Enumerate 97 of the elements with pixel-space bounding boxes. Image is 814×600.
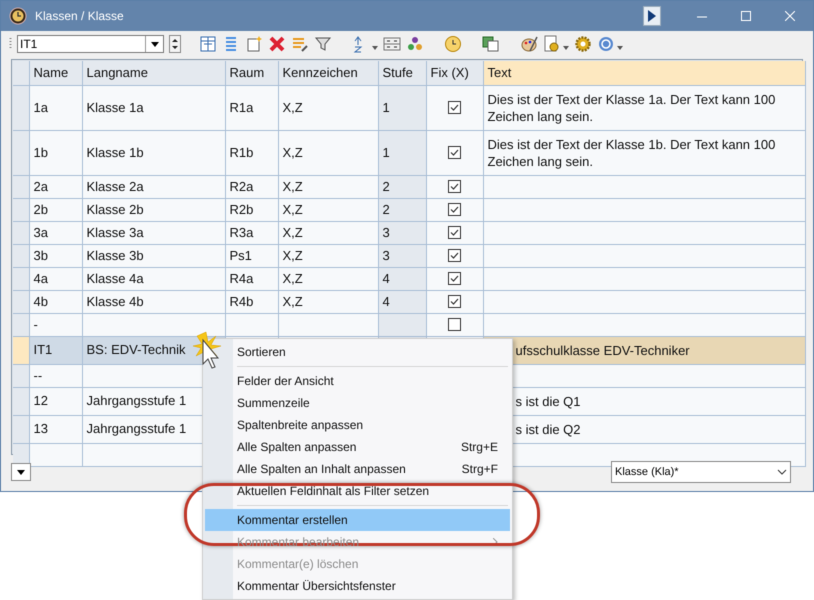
chevron-down-icon	[777, 469, 787, 475]
grid-icon[interactable]	[199, 35, 217, 53]
table-cell: 3b	[29, 244, 82, 267]
column-header[interactable]: Name	[29, 61, 82, 85]
caret-icon[interactable]	[372, 46, 378, 50]
edit-rows-icon[interactable]	[291, 35, 309, 53]
view-selector[interactable]: Klasse (Kla)*	[611, 461, 791, 483]
table-cell: X,Z	[278, 198, 378, 221]
checkbox[interactable]	[448, 272, 461, 285]
table-cell: 4	[378, 290, 426, 313]
table-cell: ufsschulklasse EDV-Techniker	[516, 342, 690, 358]
table-cell: Klasse 1b	[82, 130, 225, 175]
class-selector[interactable]: IT1	[17, 35, 164, 53]
checkbox[interactable]	[448, 203, 461, 216]
table-cell: R2a	[225, 175, 278, 198]
checkbox[interactable]	[448, 249, 461, 262]
table-cell: 1b	[29, 130, 82, 175]
column-header[interactable]: Langname	[82, 61, 225, 85]
play-icon	[648, 10, 656, 22]
menu-item[interactable]: Kommentar Übersichtsfenster	[205, 575, 510, 597]
table-cell: Klasse 4b	[82, 290, 225, 313]
table-cell: -	[29, 313, 82, 336]
table-cell: R4b	[225, 290, 278, 313]
table-cell: 4b	[29, 290, 82, 313]
table-cell: 1	[378, 130, 426, 175]
checkbox[interactable]	[448, 226, 461, 239]
table-cell: X,Z	[278, 290, 378, 313]
table-cell: X,Z	[278, 175, 378, 198]
caret-icon[interactable]	[563, 46, 569, 50]
table-cell: X,Z	[278, 221, 378, 244]
table-cell: X,Z	[278, 85, 378, 130]
maximize-icon[interactable]	[741, 11, 751, 21]
table-cell: 3	[378, 221, 426, 244]
column-header[interactable]: Kennzeichen	[278, 61, 378, 85]
new-document-icon[interactable]	[245, 35, 263, 53]
clock-icon[interactable]	[444, 35, 462, 53]
table-cell: 2	[378, 198, 426, 221]
column-header[interactable]: Stufe	[378, 61, 426, 85]
table-cell: Ps1	[225, 244, 278, 267]
table-cell: R3a	[225, 221, 278, 244]
table-cell: s ist die Q2	[516, 422, 581, 436]
table-cell: Klasse 3b	[82, 244, 225, 267]
caret-icon[interactable]	[617, 46, 623, 50]
table-cell: X,Z	[278, 130, 378, 175]
close-icon[interactable]	[785, 11, 795, 21]
checkbox[interactable]	[448, 146, 461, 159]
settings-icon[interactable]	[574, 35, 592, 53]
checkbox[interactable]	[448, 101, 461, 114]
table-cell: 2	[378, 175, 426, 198]
filter-icon[interactable]	[314, 35, 332, 53]
table-cell: R1b	[225, 130, 278, 175]
menu-item[interactable]: Kommentar erstellen	[205, 509, 510, 531]
table-cell: X,Z	[278, 244, 378, 267]
column-header[interactable]: Fix (X)	[426, 61, 483, 85]
table-cell: 4a	[29, 267, 82, 290]
window-title: Klassen / Klasse	[35, 8, 124, 25]
dropdown-arrow-icon	[150, 42, 158, 46]
table-cell: Klasse 1a	[82, 85, 225, 130]
checkbox[interactable]	[448, 180, 461, 193]
table-cell: Klasse 3a	[82, 221, 225, 244]
table-cell: Klasse 2a	[82, 175, 225, 198]
table-cell: 13	[29, 415, 82, 443]
dropdown-button[interactable]	[11, 463, 31, 481]
table-cell: 4	[378, 267, 426, 290]
table-cell: s ist die Q1	[516, 394, 581, 408]
copy-icon[interactable]	[482, 35, 500, 53]
table-cell: 2b	[29, 198, 82, 221]
table-cell: 1a	[29, 85, 82, 130]
checkbox[interactable]	[448, 295, 461, 308]
table-cell: IT1	[29, 336, 82, 364]
table-cell: R1a	[225, 85, 278, 130]
table-cell: 3a	[29, 221, 82, 244]
checkbox[interactable]	[448, 318, 461, 331]
table-cell: Klasse 2b	[82, 198, 225, 221]
column-header[interactable]: Raum	[225, 61, 278, 85]
table-cell: 2a	[29, 175, 82, 198]
menu-item[interactable]: Aktuellen Feldinhalt als Filter setzen	[205, 480, 510, 502]
table-cell: 1	[378, 85, 426, 130]
palette-icon[interactable]	[520, 35, 538, 53]
caret-icon	[17, 470, 25, 474]
table-cell: 12	[29, 387, 82, 415]
play-button[interactable]	[643, 6, 661, 26]
field-grid-icon[interactable]	[383, 35, 401, 53]
table-cell: 3	[378, 244, 426, 267]
table-cell: R4a	[225, 267, 278, 290]
table-cell: Klasse 4a	[82, 267, 225, 290]
spinner-icon[interactable]	[169, 35, 181, 53]
table-cell: Dies ist der Text der Klasse 1b. Der Text kann 100 Zeichen lang sein.	[488, 136, 776, 168]
delete-icon[interactable]	[268, 35, 286, 53]
table-cell: --	[29, 364, 82, 387]
menu-item[interactable]: Alle Spalten an Inhalt anpassen Strg+F	[205, 458, 510, 480]
table-cell: Dies ist der Text der Klasse 1a. Der Text kann 100 Zeichen lang sein.	[488, 92, 776, 124]
table-cell: R2b	[225, 198, 278, 221]
document-gear-icon[interactable]	[543, 35, 561, 53]
column-header[interactable]: Text	[483, 61, 805, 85]
table-cell: X,Z	[278, 267, 378, 290]
clock-icon	[9, 7, 27, 25]
